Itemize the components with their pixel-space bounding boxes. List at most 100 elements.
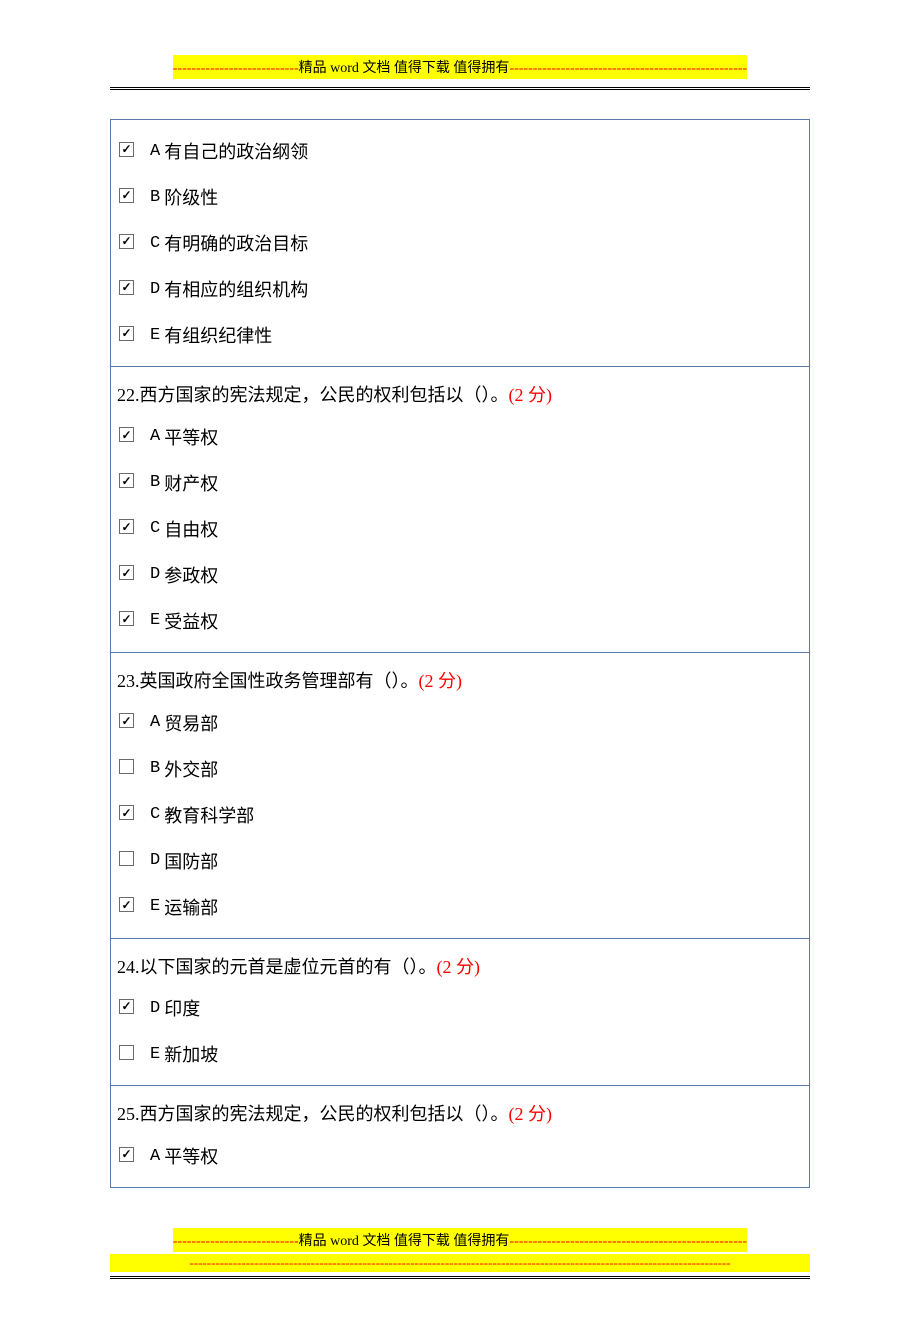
banner-text-mid: 文档 值得下载 值得拥有 [362,61,509,76]
footer-text-pre: 精品 [299,1234,327,1249]
question-header: 25.西方国家的宪法规定，公民的权利包括以（）。(2 分) [117,1094,803,1133]
question-points: (2 分) [509,385,553,405]
question-text: 西方国家的宪法规定，公民的权利包括以（）。 [140,1104,509,1124]
checkbox[interactable] [119,188,134,203]
option-letter: E [150,897,160,916]
checkbox[interactable] [119,805,134,820]
option-row: D参政权 [117,552,803,598]
option-row: B外交部 [117,746,803,792]
option-label: 参政权 [164,562,218,588]
banner-text-pre: 精品 [299,61,327,76]
option-label: 有组织纪律性 [164,322,272,348]
question-header: 24.以下国家的元首是虚位元首的有（）。(2 分) [117,947,803,986]
option-letter: A [150,142,160,161]
checkbox[interactable] [119,519,134,534]
question-text: 西方国家的宪法规定，公民的权利包括以（）。 [140,385,509,405]
option-label: 平等权 [164,424,218,450]
option-letter: D [150,280,160,299]
option-label: 平等权 [164,1143,218,1169]
option-row: C自由权 [117,506,803,552]
option-letter: D [150,851,160,870]
question-text: 英国政府全国性政务管理部有（）。 [140,671,419,691]
option-row: D有相应的组织机构 [117,266,803,312]
banner-dashes-after: ----------------------------------------… [509,61,747,76]
question-points: (2 分) [437,957,481,977]
checkbox[interactable] [119,280,134,295]
option-letter: C [150,805,160,824]
option-label: 阶级性 [164,184,218,210]
question-cell: 22.西方国家的宪法规定，公民的权利包括以（）。(2 分)A平等权B财产权C自由… [111,367,810,653]
question-header: 22.西方国家的宪法规定，公民的权利包括以（）。(2 分) [117,375,803,414]
header-rule [110,87,810,91]
checkbox[interactable] [119,326,134,341]
checkbox[interactable] [119,427,134,442]
option-row: A贸易部 [117,700,803,746]
banner-dashes-before: --------------------------- [173,61,299,76]
option-letter: E [150,611,160,630]
option-letter: D [150,565,160,584]
option-row: C教育科学部 [117,792,803,838]
option-row: C有明确的政治目标 [117,220,803,266]
option-letter: A [150,713,160,732]
checkbox[interactable] [119,473,134,488]
option-label: 教育科学部 [164,802,254,828]
footer-rule [110,1276,810,1280]
option-row: B财产权 [117,460,803,506]
footer-line2: ----------------------------------------… [110,1254,810,1272]
checkbox[interactable] [119,1147,134,1162]
question-cell: 25.西方国家的宪法规定，公民的权利包括以（）。(2 分)A平等权 [111,1086,810,1188]
option-row: E运输部 [117,884,803,930]
option-letter: B [150,188,160,207]
question-cell: A有自己的政治纲领B阶级性C有明确的政治目标D有相应的组织机构E有组织纪律性 [111,120,810,367]
option-row: A平等权 [117,1133,803,1179]
option-row: B阶级性 [117,174,803,220]
option-row: D国防部 [117,838,803,884]
content: A有自己的政治纲领B阶级性C有明确的政治目标D有相应的组织机构E有组织纪律性22… [110,119,810,1188]
option-letter: E [150,326,160,345]
option-label: 有自己的政治纲领 [164,138,308,164]
checkbox[interactable] [119,759,134,774]
footer-banner: ---------------------------精品 word 文档 值得… [110,1228,810,1272]
checkbox[interactable] [119,565,134,580]
question-cell: 24.以下国家的元首是虚位元首的有（）。(2 分)D印度E新加坡 [111,938,810,1086]
option-label: 新加坡 [164,1041,218,1067]
option-letter: B [150,473,160,492]
option-label: 贸易部 [164,710,218,736]
footer-dashes-before: --------------------------- [173,1234,299,1249]
checkbox[interactable] [119,142,134,157]
question-number: 22. [117,385,140,405]
option-label: 自由权 [164,516,218,542]
question-number: 25. [117,1104,140,1124]
option-row: E受益权 [117,598,803,644]
question-cell: 23.英国政府全国性政务管理部有（）。(2 分)A贸易部B外交部C教育科学部D国… [111,652,810,938]
option-label: 受益权 [164,608,218,634]
checkbox[interactable] [119,713,134,728]
checkbox[interactable] [119,234,134,249]
option-label: 外交部 [164,756,218,782]
question-number: 23. [117,671,140,691]
checkbox[interactable] [119,851,134,866]
option-label: 财产权 [164,470,218,496]
question-points: (2 分) [419,671,463,691]
checkbox[interactable] [119,1045,134,1060]
question-number: 24. [117,957,140,977]
option-letter: A [150,1147,160,1166]
checkbox[interactable] [119,999,134,1014]
question-table: A有自己的政治纲领B阶级性C有明确的政治目标D有相应的组织机构E有组织纪律性22… [110,119,810,1188]
option-letter: E [150,1045,160,1064]
footer-text-word: word [327,1234,363,1249]
option-row: E有组织纪律性 [117,312,803,358]
option-letter: C [150,519,160,538]
option-row: A有自己的政治纲领 [117,128,803,174]
checkbox[interactable] [119,897,134,912]
banner-text-word: word [327,61,363,76]
option-row: A平等权 [117,414,803,460]
option-label: 有明确的政治目标 [164,230,308,256]
option-label: 印度 [164,995,200,1021]
header-banner: ---------------------------精品 word 文档 值得… [110,55,810,79]
option-letter: A [150,427,160,446]
checkbox[interactable] [119,611,134,626]
option-label: 国防部 [164,848,218,874]
question-points: (2 分) [509,1104,553,1124]
question-text: 以下国家的元首是虚位元首的有（）。 [140,957,437,977]
